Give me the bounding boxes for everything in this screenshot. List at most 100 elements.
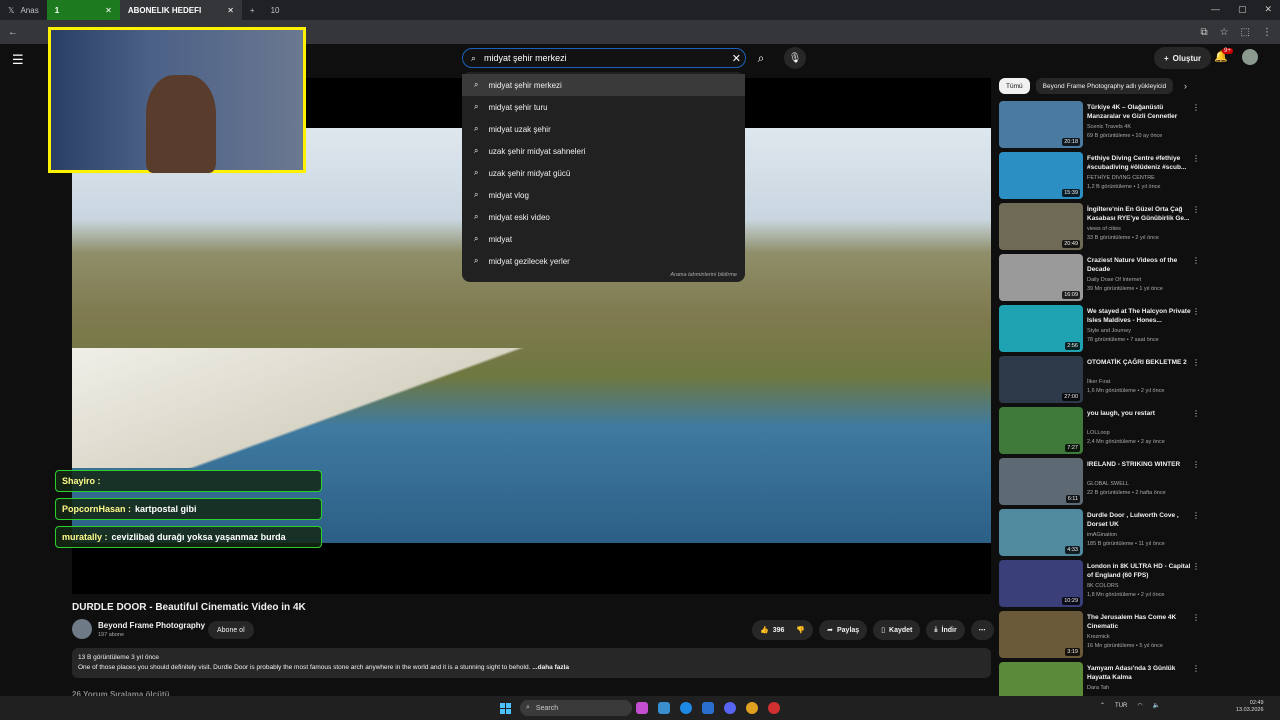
microphone-icon[interactable]: 🎙 [784, 47, 806, 69]
recommended-video[interactable]: 10:29 London in 8K ULTRA HD - Capital of … [999, 560, 1204, 611]
video-title[interactable]: IRELAND - STRIKING WINTER [1087, 460, 1191, 469]
maximize-icon[interactable]: ▢ [1238, 4, 1247, 15]
video-title[interactable]: you laugh, you restart [1087, 409, 1191, 418]
share-button[interactable]: ➦ Paylaş [819, 620, 868, 640]
video-thumbnail[interactable]: 15:39 [999, 152, 1083, 199]
search-input[interactable]: ⌕ midyat şehir merkezi ✕ [462, 48, 746, 68]
video-thumbnail[interactable]: 16:09 [999, 254, 1083, 301]
extension-icon[interactable]: ⬚ [1241, 27, 1250, 38]
channel-avatar[interactable] [72, 619, 92, 639]
video-thumbnail[interactable]: 20:49 [999, 203, 1083, 250]
search-suggestion[interactable]: ⌕ midyat uzak şehir [462, 118, 745, 140]
menu-dots-icon[interactable]: ⋮ [1262, 27, 1272, 38]
volume-icon[interactable]: 🔈 [1153, 702, 1160, 709]
search-suggestion[interactable]: ⌕ midyat gezilecek yerler [462, 250, 745, 272]
show-more-link[interactable]: ...daha fazla [532, 664, 569, 671]
like-button[interactable]: 👍 396 👎 [752, 620, 814, 640]
recommended-video[interactable]: 4:33 Durdle Door , Lulworth Cove , Dorset… [999, 509, 1204, 560]
close-icon[interactable]: ✕ [105, 6, 112, 15]
cast-icon[interactable]: ⧉ [1200, 27, 1207, 38]
chevron-up-icon[interactable]: ⌃ [1100, 702, 1105, 709]
more-options-icon[interactable]: ⋮ [1192, 409, 1200, 418]
app-icon[interactable] [702, 702, 714, 714]
more-options-icon[interactable]: ⋮ [1192, 511, 1200, 520]
minimize-icon[interactable]: — [1211, 4, 1220, 15]
app-icon[interactable] [724, 702, 736, 714]
recommended-video[interactable]: 3:19 The Jerusalem Has Come 4K Cinematic K… [999, 611, 1204, 662]
channel-name[interactable]: FETHİYE DIVING CENTRE [1087, 174, 1197, 182]
channel-name[interactable]: Beyond Frame Photography [98, 621, 205, 630]
channel-name[interactable]: Dara Tah [1087, 684, 1197, 692]
video-thumbnail[interactable]: 7:27 [999, 407, 1083, 454]
more-options-icon[interactable]: ⋮ [1192, 562, 1200, 571]
channel-name[interactable]: Style and Journey [1087, 327, 1197, 335]
video-title[interactable]: Türkiye 4K – Olağanüstü Manzaralar ve Gi… [1087, 103, 1191, 121]
browser-tab[interactable]: ABONELIK HEDEFI ✕ [119, 0, 242, 20]
more-options-icon[interactable]: ⋮ [1192, 358, 1200, 367]
app-icon[interactable] [658, 702, 670, 714]
browser-tab[interactable]: 1 ✕ [46, 0, 120, 20]
clock[interactable]: 02:49 13.03.2026 [1236, 700, 1264, 714]
user-avatar[interactable] [1242, 49, 1258, 65]
search-button[interactable]: ⌕ [750, 48, 772, 68]
channel-name[interactable]: Daily Dose Of Internet [1087, 276, 1197, 284]
create-button[interactable]: + Oluştur [1154, 47, 1212, 69]
report-predictions-link[interactable]: Arama tahminlerini bildirme [670, 272, 737, 278]
close-icon[interactable]: ✕ [227, 6, 234, 15]
video-thumbnail[interactable]: 2:56 [999, 305, 1083, 352]
hamburger-menu-icon[interactable]: ☰ [12, 52, 24, 68]
video-title[interactable]: Fethiye Diving Centre #fethiye #scubadiv… [1087, 154, 1191, 172]
channel-name[interactable]: Krezmick [1087, 633, 1197, 641]
windows-start-icon[interactable] [500, 703, 511, 714]
recommended-video[interactable]: 15:39 Fethiye Diving Centre #fethiye #scu… [999, 152, 1204, 203]
recommended-video[interactable]: 20:18 Türkiye 4K – Olağanüstü Manzaralar … [999, 101, 1204, 152]
more-options-icon[interactable]: ⋮ [1192, 664, 1200, 673]
channel-name[interactable]: GLOBAL SWELL [1087, 480, 1197, 488]
search-suggestion[interactable]: ⌕ midyat vlog [462, 184, 745, 206]
chip-uploader[interactable]: Beyond Frame Photography adlı yükleyicid [1035, 78, 1174, 94]
channel-name[interactable]: İlker Fırat [1087, 378, 1197, 386]
chip-all[interactable]: Tümü [999, 78, 1030, 94]
recommended-video[interactable]: 27:00 OTOMATİK ÇAĞRI BEKLETME 2 İlker Fıra… [999, 356, 1204, 407]
download-button[interactable]: ⤓ İndir [926, 620, 965, 640]
search-suggestion[interactable]: ⌕ midyat eski video [462, 206, 745, 228]
recommended-video[interactable]: 2:56 We stayed at The Halcyon Private Isl… [999, 305, 1204, 356]
recommended-video[interactable]: 16:09 Craziest Nature Videos of the Decad… [999, 254, 1204, 305]
video-title[interactable]: Durdle Door , Lulworth Cove , Dorset UK [1087, 511, 1191, 529]
video-thumbnail[interactable]: 10:29 [999, 560, 1083, 607]
recommended-video[interactable]: 6:11 IRELAND - STRIKING WINTER GLOBAL SWEL… [999, 458, 1204, 509]
recommended-video[interactable]: 20:49 İngiltere'nin En Güzel Orta Çağ Kas… [999, 203, 1204, 254]
video-title[interactable]: The Jerusalem Has Come 4K Cinematic [1087, 613, 1191, 631]
channel-name[interactable]: 8K COLORS [1087, 582, 1197, 590]
more-actions-button[interactable]: ⋯ [970, 620, 994, 640]
video-thumbnail[interactable]: 20:18 [999, 101, 1083, 148]
video-title[interactable]: Yamyam Adası'nda 3 Günlük Hayatta Kalma [1087, 664, 1191, 682]
more-options-icon[interactable]: ⋮ [1192, 307, 1200, 316]
thumbs-down-icon[interactable]: 👎 [796, 626, 805, 634]
channel-name[interactable]: Scenic Travels 4K [1087, 123, 1197, 131]
video-description[interactable]: 13 B görüntüleme 3 yıl önce One of those… [72, 648, 991, 678]
browser-tab[interactable]: 𝕏 Anas [0, 0, 47, 20]
chrome-icon[interactable] [746, 702, 758, 714]
more-options-icon[interactable]: ⋮ [1192, 256, 1200, 265]
new-tab-button[interactable]: + [242, 0, 263, 20]
video-thumbnail[interactable]: 6:11 [999, 458, 1083, 505]
subscribe-button[interactable]: Abone ol [208, 621, 254, 639]
channel-name[interactable]: LOLLoop [1087, 429, 1197, 437]
video-title[interactable]: We stayed at The Halcyon Private Isles M… [1087, 307, 1191, 325]
search-suggestion[interactable]: ⌕ uzak şehir midyat gücü [462, 162, 745, 184]
recommended-video[interactable]: 7:27 you laugh, you restart LOLLoop 2,4 Mn … [999, 407, 1204, 458]
save-button[interactable]: ▯ Kaydet [873, 620, 921, 640]
more-options-icon[interactable]: ⋮ [1192, 103, 1200, 112]
more-options-icon[interactable]: ⋮ [1192, 154, 1200, 163]
video-title[interactable]: OTOMATİK ÇAĞRI BEKLETME 2 [1087, 358, 1191, 367]
language-indicator[interactable]: TUR [1115, 703, 1127, 709]
video-thumbnail[interactable]: 3:19 [999, 611, 1083, 658]
video-thumbnail[interactable]: 27:00 [999, 356, 1083, 403]
search-suggestion[interactable]: ⌕ uzak şehir midyat sahneleri [462, 140, 745, 162]
clear-search-icon[interactable]: ✕ [732, 52, 741, 65]
chevron-right-icon[interactable]: › [1184, 81, 1187, 91]
more-options-icon[interactable]: ⋮ [1192, 613, 1200, 622]
search-suggestion[interactable]: ⌕ midyat şehir merkezi [462, 74, 745, 96]
video-thumbnail[interactable]: 4:33 [999, 509, 1083, 556]
